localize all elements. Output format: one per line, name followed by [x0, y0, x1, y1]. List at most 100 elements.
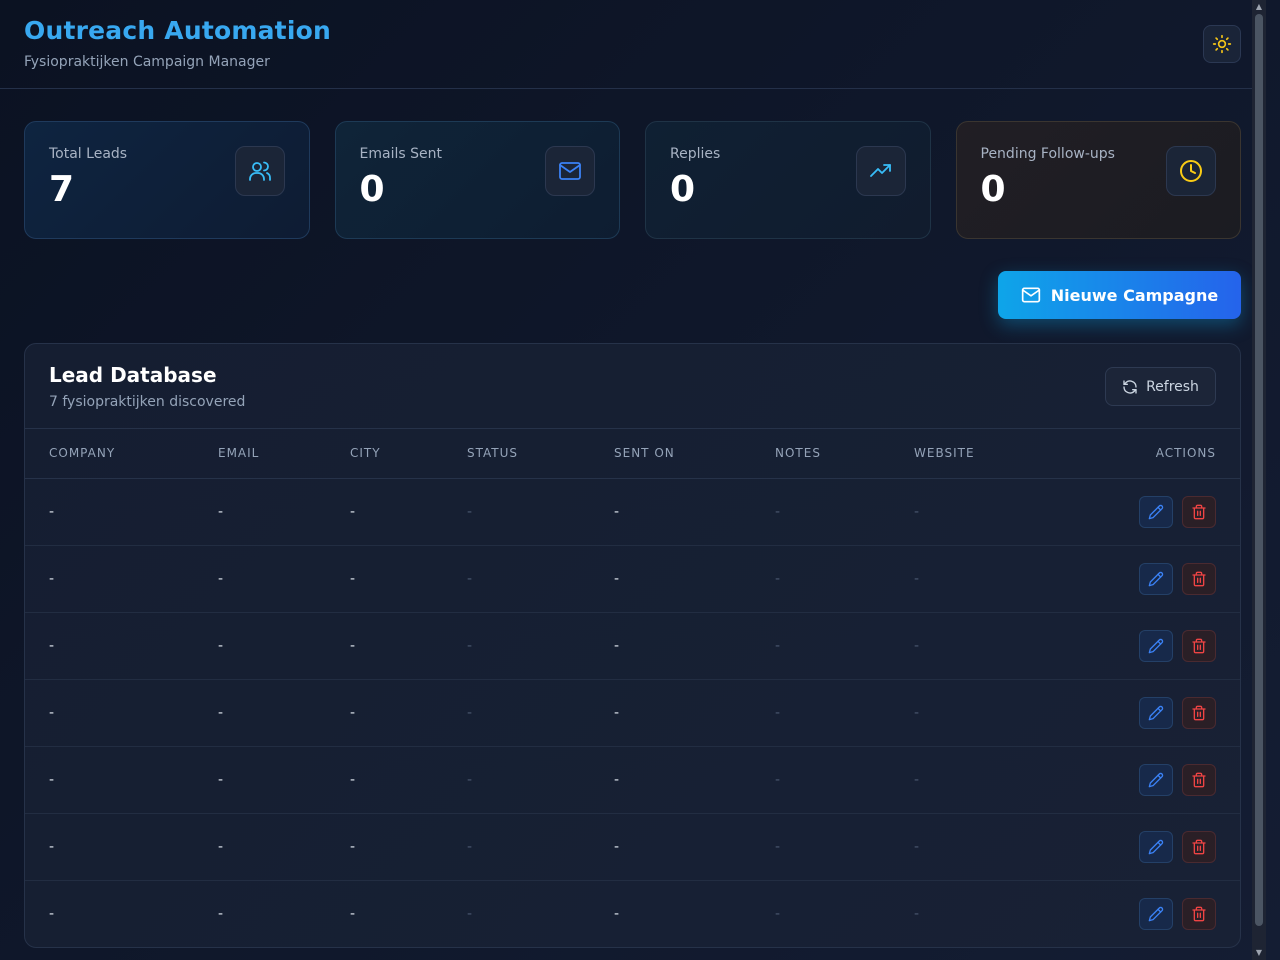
- delete-button[interactable]: [1182, 763, 1216, 796]
- cell-notes: -: [775, 838, 781, 855]
- cell-company: -: [49, 771, 55, 788]
- table-row[interactable]: -------: [25, 746, 1240, 813]
- cell-website: -: [914, 503, 920, 520]
- table-row[interactable]: -------: [25, 880, 1240, 947]
- new-campaign-label: Nieuwe Campagne: [1050, 285, 1219, 305]
- cell-website: -: [914, 637, 920, 654]
- pencil-icon: [1148, 906, 1164, 922]
- row-actions: [1139, 629, 1216, 662]
- cell-status: -: [467, 637, 473, 654]
- lead-database-panel: Lead Database 7 fysiopraktijken discover…: [24, 343, 1241, 948]
- cell-company: -: [49, 570, 55, 587]
- clock-icon: [1166, 146, 1216, 196]
- panel-title: Lead Database: [49, 363, 217, 387]
- cell-status: -: [467, 704, 473, 721]
- trending-up-icon: [855, 146, 906, 196]
- trash-icon: [1191, 772, 1207, 788]
- cell-website: -: [914, 704, 920, 721]
- cell-actions: [1044, 545, 1240, 612]
- trash-icon: [1191, 504, 1207, 520]
- edit-button[interactable]: [1139, 897, 1173, 930]
- edit-button[interactable]: [1139, 696, 1173, 729]
- cell-actions: [1044, 612, 1240, 679]
- delete-button[interactable]: [1182, 562, 1216, 595]
- lead-table: COMPANY EMAIL CITY STATUS SENT ON NOTES …: [25, 429, 1240, 947]
- cell-status: -: [467, 570, 473, 587]
- stat-card-replies: Replies 0: [645, 121, 931, 239]
- edit-button[interactable]: [1139, 629, 1173, 662]
- table-row[interactable]: -------: [25, 478, 1240, 545]
- cell-company: -: [49, 838, 55, 855]
- pencil-icon: [1148, 839, 1164, 855]
- cell-website: -: [914, 905, 920, 922]
- column-header-website[interactable]: WEBSITE: [914, 429, 1044, 479]
- column-header-notes[interactable]: NOTES: [775, 429, 914, 479]
- page-scrollbar[interactable]: ▲ ▼: [1252, 0, 1266, 960]
- cell-status: -: [467, 905, 473, 922]
- cell-city: -: [350, 838, 356, 855]
- edit-button[interactable]: [1139, 562, 1173, 595]
- column-header-city[interactable]: CITY: [350, 429, 467, 479]
- scroll-thumb[interactable]: [1255, 14, 1263, 926]
- cell-email: -: [218, 503, 224, 520]
- scroll-up-icon[interactable]: ▲: [1252, 0, 1266, 14]
- cell-website: -: [914, 771, 920, 788]
- cell-actions: [1044, 679, 1240, 746]
- delete-button[interactable]: [1182, 696, 1216, 729]
- cell-email: -: [218, 570, 224, 587]
- pencil-icon: [1148, 504, 1164, 520]
- delete-button[interactable]: [1182, 629, 1216, 662]
- row-actions: [1139, 562, 1216, 595]
- trash-icon: [1191, 705, 1207, 721]
- panel-subtitle: 7 fysiopraktijken discovered: [49, 394, 246, 410]
- row-actions: [1139, 495, 1216, 528]
- edit-button[interactable]: [1139, 763, 1173, 796]
- cell-actions: [1044, 478, 1240, 545]
- cell-sent-on: -: [614, 771, 620, 788]
- scroll-down-icon[interactable]: ▼: [1252, 946, 1266, 960]
- trash-icon: [1191, 638, 1207, 654]
- delete-button[interactable]: [1182, 495, 1216, 528]
- cell-sent-on: -: [614, 905, 620, 922]
- edit-button[interactable]: [1139, 495, 1173, 528]
- stat-card-pending-follow-ups: Pending Follow-ups 0: [955, 121, 1241, 239]
- cell-status: -: [467, 771, 473, 788]
- cell-city: -: [350, 570, 356, 587]
- table-row[interactable]: -------: [25, 813, 1240, 880]
- cell-website: -: [914, 570, 920, 587]
- theme-toggle-button[interactable]: [1203, 25, 1241, 63]
- trash-icon: [1191, 571, 1207, 587]
- app-title: Outreach Automation: [24, 16, 331, 45]
- stat-card-total-leads: Total Leads 7: [24, 121, 310, 239]
- table-row[interactable]: -------: [25, 679, 1240, 746]
- app-header: Outreach Automation Fysiopraktijken Camp…: [0, 0, 1266, 89]
- delete-button[interactable]: [1182, 897, 1216, 930]
- column-header-sent-on[interactable]: SENT ON: [614, 429, 775, 479]
- cell-actions: [1044, 880, 1240, 947]
- stat-card-emails-sent: Emails Sent 0: [334, 121, 620, 239]
- cell-email: -: [218, 704, 224, 721]
- delete-button[interactable]: [1182, 830, 1216, 863]
- row-actions: [1139, 897, 1216, 930]
- mail-icon: [1021, 287, 1040, 303]
- cell-sent-on: -: [614, 704, 620, 721]
- cell-notes: -: [775, 905, 781, 922]
- edit-button[interactable]: [1139, 830, 1173, 863]
- panel-header: Lead Database 7 fysiopraktijken discover…: [25, 344, 1240, 429]
- refresh-label: Refresh: [1146, 378, 1199, 395]
- cell-email: -: [218, 905, 224, 922]
- table-row[interactable]: -------: [25, 545, 1240, 612]
- column-header-status[interactable]: STATUS: [467, 429, 614, 479]
- table-row[interactable]: -------: [25, 612, 1240, 679]
- cell-notes: -: [775, 503, 781, 520]
- cell-company: -: [49, 503, 55, 520]
- column-header-email[interactable]: EMAIL: [218, 429, 350, 479]
- cell-city: -: [350, 771, 356, 788]
- cell-notes: -: [775, 570, 781, 587]
- new-campaign-button[interactable]: Nieuwe Campagne: [998, 271, 1241, 319]
- cell-email: -: [218, 838, 224, 855]
- cell-city: -: [350, 905, 356, 922]
- pencil-icon: [1148, 772, 1164, 788]
- column-header-company[interactable]: COMPANY: [25, 429, 218, 479]
- refresh-button[interactable]: Refresh: [1105, 367, 1216, 406]
